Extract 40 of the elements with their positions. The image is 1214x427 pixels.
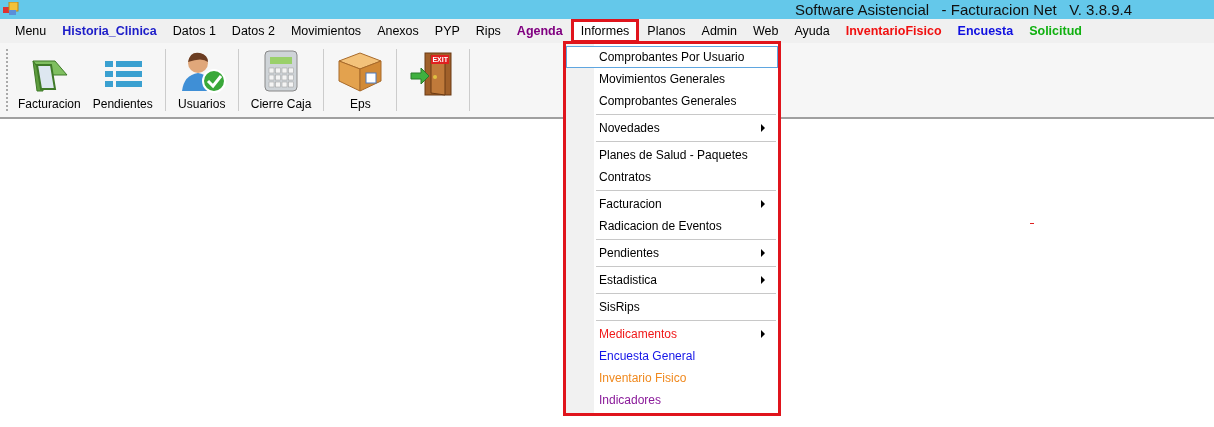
menu-item[interactable]: Encuesta General — [566, 345, 778, 367]
menu-item[interactable]: Historia_Clinica — [54, 19, 165, 43]
menu-item[interactable]: Planes de Salud - Paquetes — [566, 144, 778, 166]
menu-item[interactable]: Radicacion de Eventos — [566, 215, 778, 237]
toolbar-button[interactable]: Eps — [330, 43, 391, 117]
menu-item[interactable]: Estadistica — [566, 269, 778, 291]
menu-item[interactable]: SisRips — [566, 296, 778, 318]
menu-item[interactable]: Ayuda — [786, 19, 838, 43]
menu-item[interactable]: Indicadores — [566, 389, 778, 411]
menu-item[interactable]: Movimientos Generales — [566, 68, 778, 90]
menu-item[interactable]: Contratos — [566, 166, 778, 188]
menu-item[interactable]: Planos — [639, 19, 694, 43]
menu-item[interactable]: Menu — [7, 19, 55, 43]
menu-item[interactable]: Rips — [467, 19, 509, 43]
toolbar-button[interactable]: Facturacion — [12, 43, 87, 117]
menu-item[interactable]: InventarioFisico — [837, 19, 950, 43]
menu-item[interactable]: Comprobantes Generales — [566, 90, 778, 112]
menu-item[interactable]: Datos 2 — [223, 19, 283, 43]
document-icon — [29, 57, 70, 93]
menu-item[interactable]: PYP — [426, 19, 468, 43]
menu-item[interactable]: Informes — [570, 19, 640, 43]
toolbar-button[interactable]: Cierre Caja — [244, 43, 318, 117]
menu-item[interactable]: Datos 1 — [164, 19, 224, 43]
menu-item[interactable]: Agenda — [508, 19, 571, 43]
window-title: Software Asistencial - Facturacion Net V. 3.8.9.4 — [794, 1, 1132, 18]
menu-item[interactable]: Novedades — [566, 117, 778, 139]
box-icon — [337, 49, 384, 93]
menu-item[interactable]: Facturacion — [566, 193, 778, 215]
dash-mark — [1030, 223, 1034, 224]
app-icon — [3, 2, 19, 16]
menu-item[interactable]: Web — [745, 19, 787, 43]
toolbar-button[interactable]: Usuarios — [171, 43, 232, 117]
menu-item[interactable]: Movimientos — [282, 19, 370, 43]
menu-item[interactable]: Comprobantes Por Usuario — [566, 46, 778, 68]
menu-item[interactable]: Medicamentos — [566, 323, 778, 345]
menu-item[interactable]: Anexos — [369, 19, 427, 43]
menu-item[interactable]: Encuesta — [949, 19, 1022, 43]
toolbar-button[interactable]: Pendientes — [86, 43, 159, 117]
menu-item[interactable]: Admin — [693, 19, 745, 43]
menu-item[interactable]: Pendientes — [566, 242, 778, 264]
